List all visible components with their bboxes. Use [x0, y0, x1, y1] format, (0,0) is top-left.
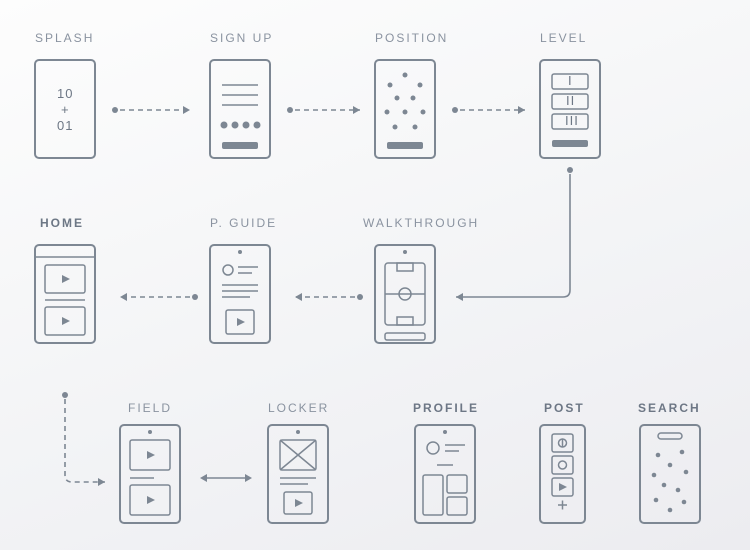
- level-opt-3: III: [565, 113, 579, 128]
- screen-level: LEVEL I II III: [540, 31, 600, 158]
- splash-line-2: +: [61, 102, 70, 117]
- arrow-home-field: [62, 392, 105, 486]
- label-home: HOME: [40, 216, 84, 230]
- arrow-pguide-home: [120, 293, 198, 301]
- arrow-walkthrough-pguide: [295, 293, 363, 301]
- label-level: LEVEL: [540, 31, 587, 45]
- label-walkthrough: WALKTHROUGH: [363, 216, 479, 230]
- screen-home: HOME: [35, 216, 95, 343]
- splash-line-1: 10: [57, 86, 73, 101]
- arrow-signup-position: [287, 106, 360, 114]
- screen-signup: SIGN UP: [210, 31, 273, 158]
- label-field: FIELD: [128, 401, 172, 415]
- label-pguide: P. GUIDE: [210, 216, 277, 230]
- screen-position: POSITION: [375, 31, 448, 158]
- screen-locker: LOCKER: [268, 401, 329, 523]
- screen-splash: SPLASH 10 + 01: [35, 31, 95, 158]
- label-locker: LOCKER: [268, 401, 329, 415]
- label-splash: SPLASH: [35, 31, 94, 45]
- splash-line-3: 01: [57, 118, 73, 133]
- screen-pguide: P. GUIDE: [210, 216, 277, 343]
- arrow-position-level: [452, 106, 525, 114]
- label-post: POST: [544, 401, 585, 415]
- label-position: POSITION: [375, 31, 448, 45]
- screen-profile: PROFILE: [413, 401, 479, 523]
- screen-search: SEARCH: [638, 401, 701, 523]
- arrow-level-walkthrough: [456, 167, 573, 301]
- arrow-field-locker: [200, 474, 252, 482]
- screen-walkthrough: WALKTHROUGH: [363, 216, 479, 343]
- label-search: SEARCH: [638, 401, 701, 415]
- label-profile: PROFILE: [413, 401, 479, 415]
- userflow-diagram: SPLASH 10 + 01 SIGN UP POSITION: [0, 0, 750, 550]
- arrow-splash-signup: [112, 106, 190, 114]
- level-opt-1: I: [568, 73, 573, 88]
- screen-field: FIELD: [120, 401, 180, 523]
- label-signup: SIGN UP: [210, 31, 273, 45]
- level-opt-2: II: [566, 93, 575, 108]
- screen-post: POST: [540, 401, 585, 523]
